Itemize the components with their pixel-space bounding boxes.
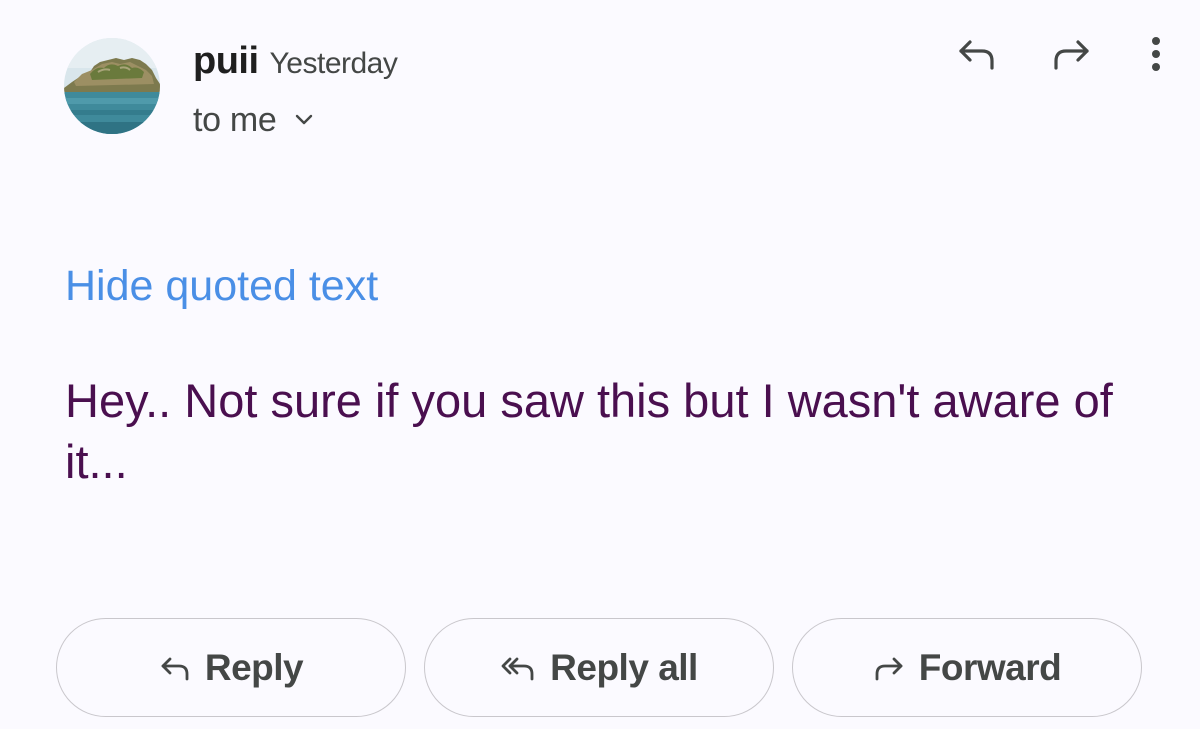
message-body: Hey.. Not sure if you saw this but I was… <box>65 374 1113 488</box>
sent-time: Yesterday <box>269 47 398 80</box>
reply-label: Reply <box>204 646 304 688</box>
reply-pill-button[interactable]: Reply <box>56 618 406 717</box>
message-action-bar: Reply Reply all Forward <box>56 618 1144 719</box>
recipient-details-toggle[interactable]: to me <box>193 98 313 142</box>
forward-icon <box>1054 40 1089 70</box>
chevron-down-icon <box>295 114 313 126</box>
message-header: puii Yesterday to me <box>0 0 1200 160</box>
reply-button[interactable] <box>948 26 1004 82</box>
forward-icon <box>873 655 905 681</box>
forward-button[interactable] <box>1044 26 1100 82</box>
reply-all-pill-button[interactable]: Reply all <box>424 618 774 717</box>
landscape-photo-avatar-icon <box>64 38 160 134</box>
more-vert-icon <box>1152 37 1160 71</box>
forward-pill-button[interactable]: Forward <box>792 618 1142 717</box>
sender-line: puii Yesterday <box>193 40 398 88</box>
reply-all-icon <box>500 655 536 681</box>
sender-avatar[interactable] <box>64 38 160 134</box>
reply-icon <box>159 655 191 681</box>
hide-quoted-text-link[interactable]: Hide quoted text <box>65 262 378 311</box>
more-options-button[interactable] <box>1128 26 1184 82</box>
forward-label: Forward <box>918 646 1062 688</box>
recipient-text: to me <box>193 100 277 139</box>
reply-all-label: Reply all <box>550 646 698 688</box>
sender-name[interactable]: puii <box>193 40 259 83</box>
reply-icon <box>959 40 994 70</box>
